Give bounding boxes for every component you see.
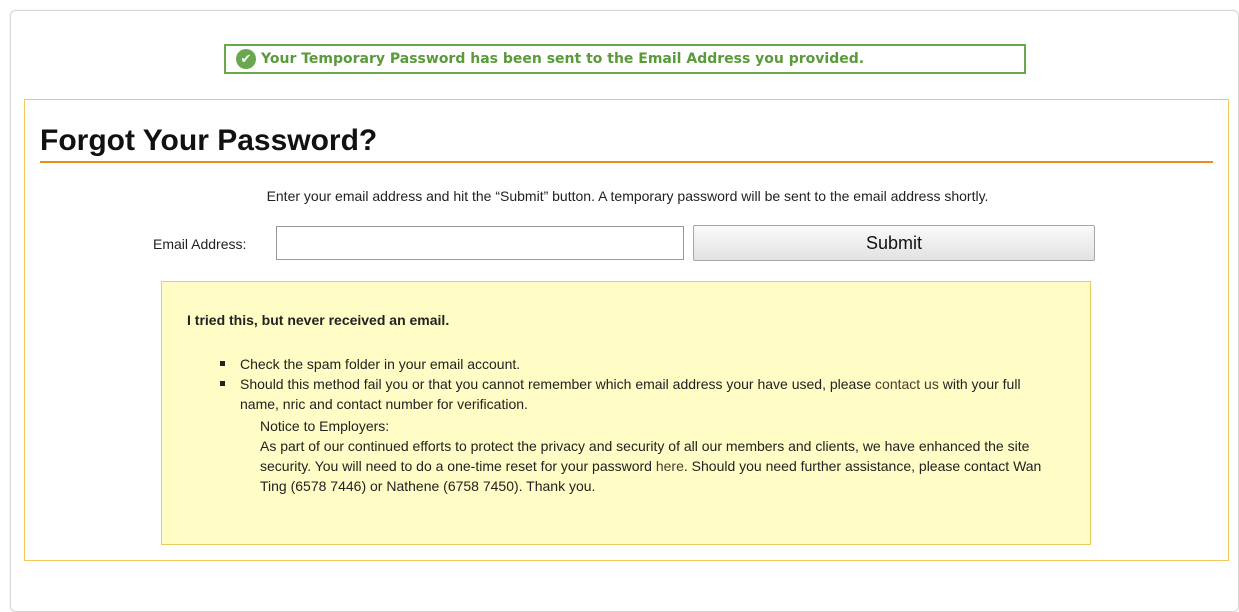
- notice-body: As part of our continued efforts to prot…: [260, 436, 1060, 496]
- contact-us-link[interactable]: contact us: [875, 376, 939, 392]
- reset-password-link[interactable]: here: [656, 458, 684, 474]
- success-banner: ✔ Your Temporary Password has been sent …: [224, 44, 1026, 74]
- help-title: I tried this, but never received an emai…: [187, 312, 450, 328]
- employer-notice: Notice to Employers: As part of our cont…: [260, 416, 1060, 496]
- list-item: Should this method fail you or that you …: [220, 374, 1060, 414]
- help-box: I tried this, but never received an emai…: [161, 281, 1091, 545]
- submit-button[interactable]: Submit: [693, 225, 1095, 261]
- list-item: Check the spam folder in your email acco…: [220, 354, 1060, 374]
- title-divider: [40, 161, 1213, 163]
- page-title: Forgot Your Password?: [40, 124, 378, 157]
- bullet-icon: [220, 381, 225, 386]
- email-input[interactable]: [276, 226, 684, 260]
- bullet-icon: [220, 361, 225, 366]
- check-circle-icon: ✔: [236, 49, 256, 69]
- notice-heading: Notice to Employers:: [260, 418, 390, 434]
- bullet-text: Should this method fail you or that you …: [240, 376, 872, 392]
- email-label: Email Address:: [153, 236, 247, 252]
- success-message: Your Temporary Password has been sent to…: [261, 51, 865, 67]
- help-list: Check the spam folder in your email acco…: [220, 354, 1060, 414]
- bullet-text: Check the spam folder in your email acco…: [240, 356, 521, 372]
- instructions-text: Enter your email address and hit the “Su…: [266, 188, 989, 204]
